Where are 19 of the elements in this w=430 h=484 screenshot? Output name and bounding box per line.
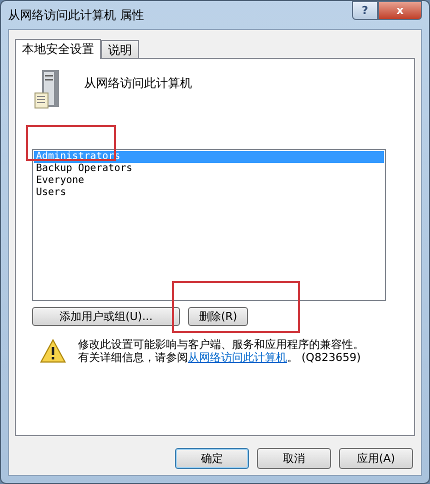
computer-icon — [34, 69, 62, 109]
account-item[interactable]: Everyone — [34, 175, 384, 187]
help-button[interactable]: ? — [352, 1, 378, 20]
policy-title: 从网络访问此计算机 — [84, 75, 192, 92]
window-title: 从网络访问此计算机 属性 — [8, 6, 144, 24]
help-link[interactable]: 从网络访问此计算机 — [188, 351, 287, 364]
warning-icon — [40, 339, 66, 363]
dialog-button[interactable]: 取消 — [257, 448, 331, 469]
account-item[interactable]: Backup Operators — [34, 163, 384, 175]
dialog-button[interactable]: 确定 — [175, 448, 249, 469]
tab[interactable]: 说明 — [101, 40, 139, 58]
warning-text: 有关详细信息，请参阅 — [78, 351, 188, 364]
knowledge-base-text: 。 (Q823659) — [287, 351, 361, 364]
account-item[interactable]: Users — [34, 187, 384, 199]
tab[interactable]: 本地安全设置 — [15, 39, 101, 59]
action-button[interactable]: 添加用户或组(U)... — [32, 307, 180, 326]
warning-text: 修改此设置可能影响与客户端、服务和应用程序的兼容性。 — [78, 338, 364, 351]
action-button[interactable]: 删除(R) — [188, 307, 248, 326]
dialog-button[interactable]: 应用(A) — [339, 448, 413, 469]
